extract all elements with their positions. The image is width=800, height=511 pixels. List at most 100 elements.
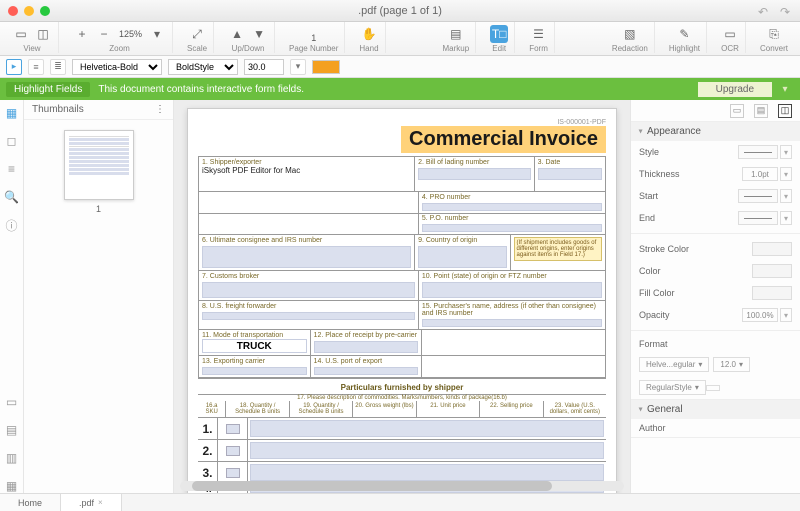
fill-color-label: Fill Color <box>639 288 675 298</box>
view-single-icon[interactable]: ▭ <box>12 25 30 43</box>
color-swatch[interactable] <box>752 264 792 278</box>
field-13-input[interactable] <box>202 367 307 375</box>
minimize-window-button[interactable] <box>24 6 34 16</box>
scale-icon[interactable]: ⤢ <box>188 25 206 43</box>
horizontal-scrollbar[interactable] <box>180 481 624 491</box>
rail-icon-c[interactable]: ▥ <box>5 451 19 465</box>
document-viewport[interactable]: IS-000001-PDF Commercial Invoice 1. Ship… <box>174 100 630 493</box>
hand-tool-icon[interactable]: ✋ <box>360 25 378 43</box>
upgrade-dropdown-icon[interactable]: ▾ <box>776 84 794 95</box>
start-arrow-preview[interactable] <box>738 189 778 203</box>
align-center-icon[interactable]: ≣ <box>50 59 66 75</box>
page-down-button[interactable]: ▼ <box>250 25 268 43</box>
line-2-checkbox[interactable] <box>226 446 240 456</box>
field-7-input[interactable] <box>202 282 415 298</box>
font-size-dropdown[interactable]: 12.0▾ <box>713 357 750 372</box>
view-label: View <box>23 44 40 53</box>
panel-tab-1-icon[interactable]: ▭ <box>730 104 744 118</box>
field-1-value[interactable]: iSkysoft PDF Editor for Mac <box>202 166 411 175</box>
outline-rail-icon[interactable]: ≡ <box>5 162 19 176</box>
font-style-dropdown[interactable]: RegularStyle▾ <box>639 380 706 395</box>
style-label: Style <box>639 147 659 157</box>
field-4-input[interactable] <box>422 203 602 211</box>
highlight-fields-button[interactable]: Highlight Fields <box>6 82 90 97</box>
font-family-dropdown[interactable]: Helve...egular▾ <box>639 357 709 372</box>
redaction-icon[interactable]: ▧ <box>621 25 639 43</box>
font-select[interactable]: Helvetica-Bold <box>72 59 162 75</box>
font-size-step-icon[interactable]: ▾ <box>290 59 306 75</box>
tab-document[interactable]: .pdf× <box>61 494 122 511</box>
panel-tab-3-icon[interactable]: ◫ <box>778 104 792 118</box>
close-tab-icon[interactable]: × <box>98 498 103 507</box>
line-3-fields[interactable] <box>250 464 604 481</box>
stroke-color-swatch[interactable] <box>752 242 792 256</box>
highlight-icon[interactable]: ✎ <box>675 25 693 43</box>
view-facing-icon[interactable]: ◫ <box>34 25 52 43</box>
field-15-input[interactable] <box>422 319 602 327</box>
page-number-value[interactable]: 1 <box>309 33 318 43</box>
markup-icon[interactable]: ▤ <box>447 25 465 43</box>
convert-icon[interactable]: ⎘ <box>765 25 783 43</box>
field-14-input[interactable] <box>314 367 419 375</box>
rail-icon-b[interactable]: ▤ <box>5 423 19 437</box>
field-3-input[interactable] <box>538 168 602 180</box>
titlebar: .pdf (page 1 of 1) ↶ ↷ <box>0 0 800 22</box>
font-size-input[interactable] <box>244 59 284 75</box>
line-item-2: 2. <box>198 440 606 462</box>
line-style-preview[interactable] <box>738 145 778 159</box>
field-6-input[interactable] <box>202 246 411 268</box>
thickness-step-icon[interactable]: ▾ <box>780 167 792 181</box>
zoom-in-button[interactable]: + <box>73 25 91 43</box>
appearance-section-header[interactable]: Appearance <box>631 122 800 141</box>
line-3-checkbox[interactable] <box>226 468 240 478</box>
field-11-value[interactable]: TRUCK <box>202 339 307 353</box>
font-style-select[interactable]: BoldStyle <box>168 59 238 75</box>
stroke-color-label: Stroke Color <box>639 244 689 254</box>
info-rail-icon[interactable]: ⓘ <box>5 218 19 232</box>
zoom-value[interactable]: 125% <box>117 29 144 39</box>
field-2-input[interactable] <box>418 168 531 180</box>
search-rail-icon[interactable]: 🔍 <box>5 190 19 204</box>
upgrade-button[interactable]: Upgrade <box>698 82 772 97</box>
redo-icon[interactable]: ↷ <box>780 5 792 17</box>
form-icon[interactable]: ☰ <box>530 25 548 43</box>
traffic-lights <box>8 6 50 16</box>
line-1-checkbox[interactable] <box>226 424 240 434</box>
end-arrow-preview[interactable] <box>738 211 778 225</box>
undo-icon[interactable]: ↶ <box>758 5 770 17</box>
field-5-input[interactable] <box>422 224 602 232</box>
pagenum-label: Page Number <box>289 44 338 53</box>
rail-icon-d[interactable]: ▦ <box>5 479 19 493</box>
panel-tab-2-icon[interactable]: ▤ <box>754 104 768 118</box>
field-8-input[interactable] <box>202 312 415 320</box>
style-step-icon[interactable]: ▾ <box>780 145 792 159</box>
zoom-dropdown-icon[interactable]: ▾ <box>148 25 166 43</box>
scrollbar-thumb[interactable] <box>192 481 552 491</box>
close-window-button[interactable] <box>8 6 18 16</box>
markup-label: Markup <box>443 44 470 53</box>
general-section-header[interactable]: General <box>631 400 800 419</box>
edit-icon[interactable]: T□ <box>490 25 508 43</box>
page-up-button[interactable]: ▲ <box>228 25 246 43</box>
line-1-fields[interactable] <box>250 420 604 437</box>
line-2-fields[interactable] <box>250 442 604 459</box>
rail-icon-a[interactable]: ▭ <box>5 395 19 409</box>
cursor-tool-icon[interactable]: ▸ <box>6 59 22 75</box>
field-9-input[interactable] <box>418 246 506 268</box>
ocr-icon[interactable]: ▭ <box>721 25 739 43</box>
zoom-window-button[interactable] <box>40 6 50 16</box>
align-left-icon[interactable]: ≡ <box>28 59 44 75</box>
zoom-out-button[interactable]: − <box>95 25 113 43</box>
fill-color-swatch[interactable] <box>752 286 792 300</box>
field-10-input[interactable] <box>422 282 602 298</box>
thumbnails-rail-icon[interactable]: ▦ <box>5 106 19 120</box>
opacity-value[interactable]: 100.0% <box>742 308 778 322</box>
text-color-swatch[interactable] <box>312 60 340 74</box>
font-color-button[interactable] <box>706 385 720 391</box>
bookmarks-rail-icon[interactable]: ◻ <box>5 134 19 148</box>
field-12-input[interactable] <box>314 341 419 353</box>
tab-home[interactable]: Home <box>0 494 61 511</box>
thumbnails-menu-icon[interactable]: ⋮ <box>155 104 165 115</box>
thickness-value[interactable]: 1.0pt <box>742 167 778 181</box>
page-thumbnail-1[interactable] <box>64 130 134 200</box>
